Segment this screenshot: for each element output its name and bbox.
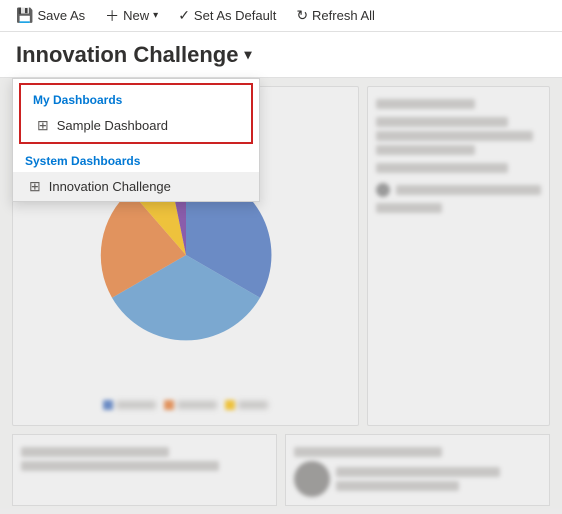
side-card-row [376,181,541,199]
side-card-line2 [376,131,532,141]
dropdown-chevron-icon: ▾ [244,46,251,63]
side-card-line5 [396,185,541,195]
new-button[interactable]: ＋ New ▾ [97,2,166,30]
bottom-left-line1 [21,461,219,471]
bottom-content-row [0,434,562,514]
refresh-all-button[interactable]: ↻ Refresh All [288,3,383,28]
side-card-line6 [376,203,442,213]
dashboard-icon: ⊞ [37,117,49,134]
side-card-right [367,86,550,426]
new-icon: ＋ [105,6,119,26]
innovation-challenge-item[interactable]: ⊞ Innovation Challenge [13,172,259,201]
checkmark-icon: ✓ [178,7,190,24]
side-card-line4 [376,163,508,173]
system-dashboards-header[interactable]: System Dashboards [13,148,259,172]
side-icon [376,183,390,197]
side-card-line3 [376,145,475,155]
sample-dashboard-label: Sample Dashboard [57,118,168,133]
innovation-challenge-label: Innovation Challenge [49,179,171,194]
system-dashboards-section: System Dashboards ⊞ Innovation Challenge [13,148,259,201]
sample-dashboard-item[interactable]: ⊞ Sample Dashboard [21,111,251,140]
my-dashboards-header[interactable]: My Dashboards [21,87,251,111]
side-card-title [376,99,475,109]
dashboard-title-button[interactable]: Innovation Challenge ▾ [16,42,252,68]
dashboard-header: Innovation Challenge ▾ [0,32,562,78]
bottom-left-title [21,447,169,457]
innovation-dashboard-icon: ⊞ [29,178,41,195]
bottom-card-left [12,434,277,506]
set-default-label: Set As Default [194,8,276,23]
new-label: New [123,8,149,23]
dashboard-title-text: Innovation Challenge [16,42,238,68]
avatar [294,461,330,497]
save-as-icon: 💾 [16,7,33,24]
bottom-mid-content [294,461,541,497]
refresh-all-label: Refresh All [312,8,375,23]
avatar-line1 [336,467,500,477]
bottom-card-middle [285,434,550,506]
new-chevron-icon: ▾ [153,10,158,21]
save-as-label: Save As [37,8,85,23]
side-card-line1 [376,117,508,127]
my-dashboards-section: My Dashboards ⊞ Sample Dashboard [19,83,253,144]
dropdown-menu: My Dashboards ⊞ Sample Dashboard System … [12,78,260,202]
bottom-mid-title [294,447,442,457]
toolbar: 💾 Save As ＋ New ▾ ✓ Set As Default ↻ Ref… [0,0,562,32]
save-as-button[interactable]: 💾 Save As [8,3,93,28]
set-default-button[interactable]: ✓ Set As Default [170,3,284,28]
refresh-icon: ↻ [296,7,308,24]
avatar-line2 [336,481,459,491]
